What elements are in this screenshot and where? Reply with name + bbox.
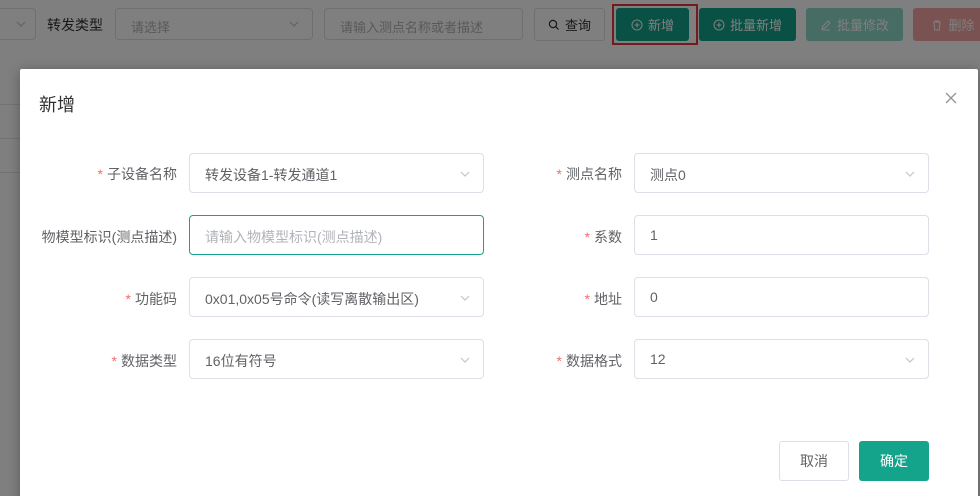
- address-input[interactable]: 0: [634, 277, 929, 317]
- address-label: * 地址: [584, 291, 622, 307]
- function-code-label: * 功能码: [125, 291, 177, 307]
- close-icon[interactable]: [944, 91, 958, 105]
- data-type-label: * 数据类型: [111, 353, 177, 369]
- sub-device-value: 转发设备1-转发通道1: [205, 167, 338, 183]
- dialog-title: 新增: [39, 95, 75, 115]
- chevron-down-icon: [905, 357, 915, 363]
- chevron-down-icon: [460, 357, 470, 363]
- chevron-down-icon: [460, 295, 470, 301]
- data-format-label: * 数据格式: [556, 353, 622, 369]
- point-name-select[interactable]: 测点0: [634, 153, 929, 193]
- data-type-value: 16位有符号: [205, 353, 277, 369]
- model-id-input[interactable]: 请输入物模型标识(测点描述): [189, 215, 484, 255]
- add-dialog: 新增 * 子设备名称 转发设备1-转发通道1 * 测点名称 测点0 物模型标识(测点…: [20, 69, 978, 496]
- data-format-select[interactable]: 12: [634, 339, 929, 379]
- coefficient-input[interactable]: 1: [634, 215, 929, 255]
- chevron-down-icon: [460, 171, 470, 177]
- data-type-select[interactable]: 16位有符号: [189, 339, 484, 379]
- coefficient-label: * 系数: [584, 229, 622, 245]
- function-code-value: 0x01,0x05号命令(读写离散输出区): [205, 291, 419, 307]
- point-name-value: 测点0: [650, 167, 686, 183]
- data-format-value: 12: [650, 351, 666, 367]
- function-code-select[interactable]: 0x01,0x05号命令(读写离散输出区): [189, 277, 484, 317]
- sub-device-select[interactable]: 转发设备1-转发通道1: [189, 153, 484, 193]
- point-name-label: * 测点名称: [556, 166, 622, 182]
- model-id-placeholder: 请输入物模型标识(测点描述): [205, 229, 383, 245]
- chevron-down-icon: [905, 171, 915, 177]
- model-id-label: 物模型标识(测点描述): [41, 229, 177, 245]
- cancel-button[interactable]: 取消: [779, 441, 849, 481]
- sub-device-label: * 子设备名称: [97, 166, 177, 182]
- confirm-button[interactable]: 确定: [859, 441, 929, 481]
- coefficient-value: 1: [650, 227, 658, 243]
- address-value: 0: [650, 289, 658, 305]
